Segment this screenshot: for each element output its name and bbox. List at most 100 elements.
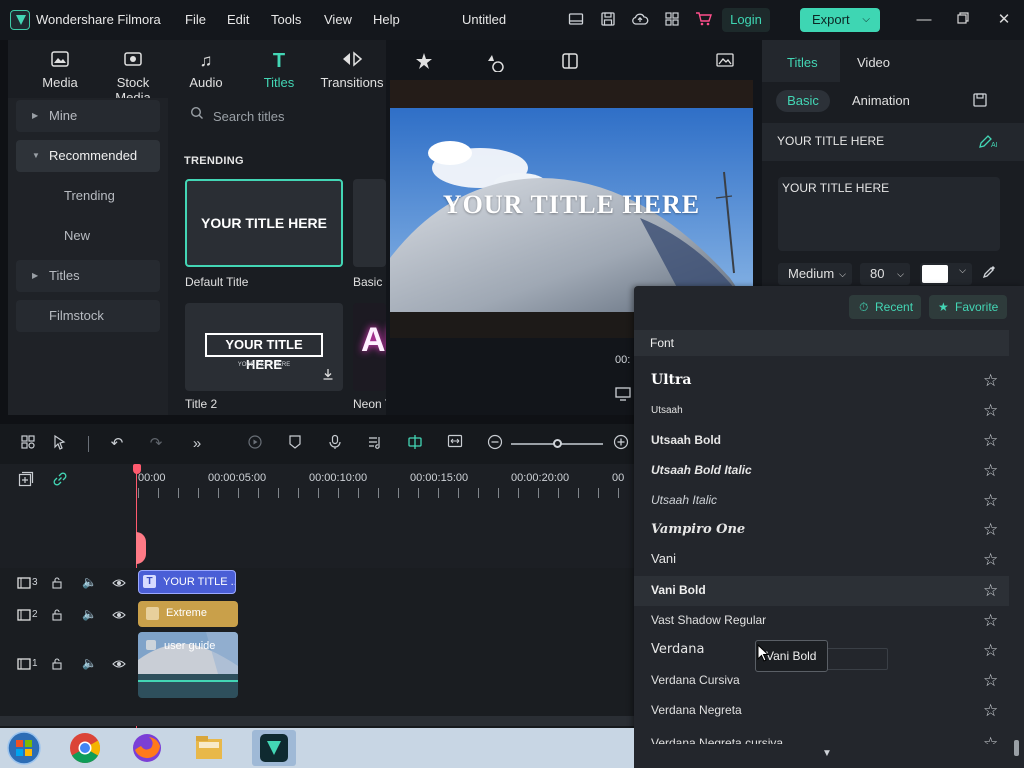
eye-icon[interactable]	[112, 608, 126, 626]
font-weight-select[interactable]: Medium ⌵	[778, 263, 852, 285]
category-trending[interactable]: Trending	[16, 180, 160, 212]
star-icon[interactable]: ☆	[983, 581, 998, 601]
star-icon[interactable]: ☆	[983, 734, 998, 744]
tab-stock-media[interactable]: Stock Media	[98, 50, 168, 105]
star-icon[interactable]: ☆	[983, 671, 998, 691]
image-quality-icon[interactable]	[715, 52, 735, 73]
cart-icon[interactable]	[695, 11, 713, 29]
star-icon[interactable]: ☆	[983, 550, 998, 570]
lock-icon[interactable]	[51, 608, 63, 626]
layout-icon[interactable]	[567, 11, 585, 29]
title-text-input[interactable]: YOUR TITLE HERE	[778, 177, 1000, 251]
tab-media[interactable]: Media	[25, 50, 95, 90]
title-card-basic[interactable]	[353, 179, 386, 267]
category-mine[interactable]: ▶ Mine	[16, 100, 160, 132]
font-row-utsaah[interactable]: Utsaah ☆	[634, 396, 1009, 426]
font-row-vani[interactable]: Vani ☆	[634, 545, 1009, 575]
star-icon[interactable]: ☆	[983, 611, 998, 631]
text-color-picker[interactable]: ⌵	[920, 263, 972, 285]
select-tool-icon[interactable]	[50, 434, 70, 454]
audio-mix-icon[interactable]	[365, 434, 385, 454]
tab-video-inspector[interactable]: Video	[857, 55, 890, 70]
star-icon[interactable]: ☆	[983, 491, 998, 511]
marker-icon[interactable]	[285, 434, 305, 454]
more-tools-icon[interactable]: »	[187, 434, 207, 454]
scroll-down-arrow-icon[interactable]: ▼	[822, 748, 832, 759]
eye-icon[interactable]	[112, 576, 126, 594]
scene-detect-icon[interactable]	[18, 434, 38, 454]
star-icon[interactable]: ☆	[983, 431, 998, 451]
star-icon[interactable]: ☆	[983, 520, 998, 540]
microphone-icon[interactable]	[325, 434, 345, 454]
tab-titles-inspector[interactable]: Titles	[762, 40, 840, 82]
file-explorer-icon[interactable]	[191, 730, 235, 766]
filmora-taskbar-icon[interactable]	[252, 730, 296, 766]
chrome-icon[interactable]	[67, 730, 111, 766]
category-new[interactable]: New	[16, 220, 160, 252]
category-filmstock[interactable]: Filmstock	[16, 300, 160, 332]
windows-start-icon[interactable]	[6, 730, 50, 766]
recent-fonts-button[interactable]: ⏱ Recent	[849, 295, 921, 319]
preview-title-overlay[interactable]: YOUR TITLE HERE	[390, 190, 753, 220]
eyedropper-icon[interactable]	[982, 265, 996, 284]
font-row-verdana-negreta[interactable]: Verdana Negreta ☆	[634, 696, 1009, 726]
subtab-animation[interactable]: Animation	[852, 93, 910, 108]
font-row-vani-bold[interactable]: Vani Bold ☆	[634, 576, 1009, 606]
timeline-scrollbar[interactable]	[0, 716, 634, 726]
title-card-title-2[interactable]: YOUR TITLE HERE YOUR TEXT HERE	[185, 303, 343, 391]
effects-icon[interactable]	[414, 52, 434, 75]
title-card-neon[interactable]: ART	[353, 303, 386, 391]
font-row-vampiro-one[interactable]: Vampiro One ☆	[634, 515, 1009, 545]
firefox-icon[interactable]	[129, 730, 173, 766]
speaker-icon[interactable]: 🔈	[82, 575, 97, 589]
font-row-ultra[interactable]: Ultra ☆	[634, 366, 1009, 396]
save-preset-icon[interactable]	[972, 92, 988, 113]
favorite-fonts-button[interactable]: ★ Favorite	[929, 295, 1007, 319]
zoom-in-icon[interactable]	[611, 434, 631, 454]
font-row-utsaah-bold-italic[interactable]: Utsaah Bold Italic ☆	[634, 456, 1009, 486]
font-row-verdana-negreta-cursiva[interactable]: Verdana Negreta cursiva ☆	[634, 726, 1009, 744]
video-preview[interactable]: YOUR TITLE HERE	[390, 108, 753, 312]
chevron-down-icon[interactable]: ⌵	[862, 8, 870, 32]
zoom-slider-thumb[interactable]	[553, 439, 562, 448]
restore-icon[interactable]	[953, 10, 973, 30]
eye-icon[interactable]	[112, 657, 126, 675]
font-list-scrollbar[interactable]	[1012, 356, 1020, 756]
star-icon[interactable]: ☆	[983, 461, 998, 481]
display-icon[interactable]	[615, 387, 631, 406]
font-row-utsaah-italic[interactable]: Utsaah Italic ☆	[634, 486, 1009, 516]
close-icon[interactable]: ✕	[994, 10, 1014, 30]
tab-titles[interactable]: T Titles	[244, 50, 314, 90]
ai-pen-icon[interactable]: AI	[978, 133, 1000, 154]
fit-timeline-icon[interactable]	[445, 434, 465, 454]
templates-icon[interactable]	[561, 52, 579, 75]
title-clip[interactable]: T YOUR TITLE ...	[138, 570, 236, 594]
video-clip[interactable]: user guide	[138, 632, 238, 698]
font-size-select[interactable]: 80 ⌵	[860, 263, 910, 285]
grid-apps-icon[interactable]	[663, 11, 681, 29]
menu-help[interactable]: Help	[373, 12, 400, 27]
redo-icon[interactable]: ↷	[146, 434, 166, 454]
category-recommended[interactable]: ▼ Recommended	[16, 140, 160, 172]
star-icon[interactable]: ☆	[983, 371, 998, 391]
star-icon[interactable]: ☆	[983, 701, 998, 721]
cloud-upload-icon[interactable]	[631, 11, 649, 29]
menu-view[interactable]: View	[324, 12, 352, 27]
speaker-icon[interactable]: 🔈	[82, 656, 97, 670]
search-titles-field[interactable]: Search titles	[176, 104, 386, 128]
render-preview-icon[interactable]	[245, 434, 265, 454]
save-icon[interactable]	[599, 11, 617, 29]
tab-audio[interactable]: ♫ Audio	[171, 50, 241, 90]
minimize-icon[interactable]: —	[914, 10, 934, 30]
login-button[interactable]: Login	[722, 8, 770, 32]
menu-file[interactable]: File	[185, 12, 206, 27]
zoom-out-icon[interactable]	[485, 434, 505, 454]
title-card-default[interactable]: YOUR TITLE HERE	[185, 179, 343, 267]
link-icon[interactable]	[52, 471, 68, 492]
category-titles[interactable]: ▶ Titles	[16, 260, 160, 292]
speaker-icon[interactable]: 🔈	[82, 607, 97, 621]
font-row-utsaah-bold[interactable]: Utsaah Bold ☆	[634, 426, 1009, 456]
menu-tools[interactable]: Tools	[271, 12, 301, 27]
font-list-scroll-thumb[interactable]	[1014, 740, 1019, 756]
undo-icon[interactable]: ↶	[107, 434, 127, 454]
